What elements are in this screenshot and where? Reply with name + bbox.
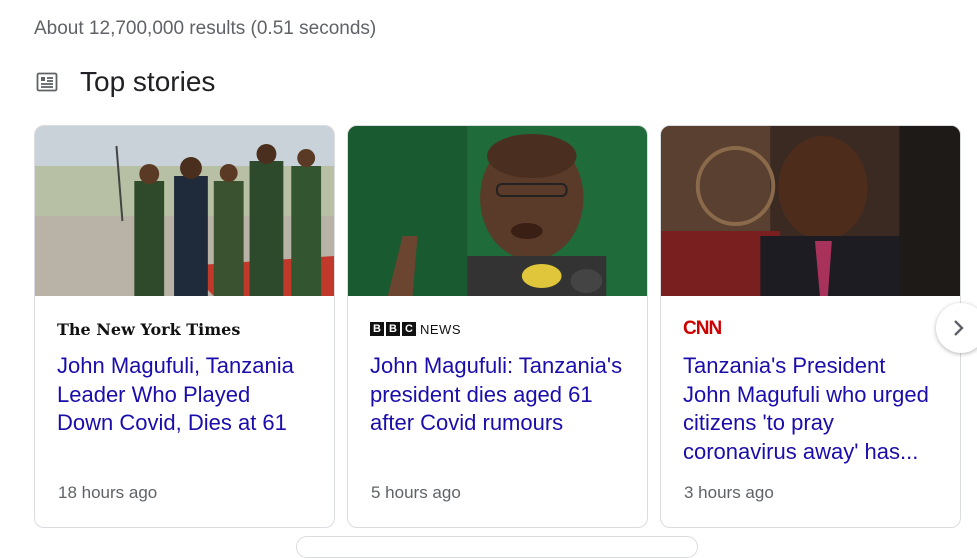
story-card-cnn[interactable]: CNN Tanzania's President John Magufuli w… [660, 125, 961, 528]
story-title[interactable]: Tanzania's President John Magufuli who u… [683, 352, 938, 466]
source-logo-bbc: B B C NEWS [370, 318, 625, 340]
story-image-portrait [661, 126, 960, 296]
results-stats: About 12,700,000 results (0.51 seconds) [34, 18, 377, 39]
more-news-button[interactable] [296, 536, 698, 558]
story-image-speaker [348, 126, 647, 296]
story-card-bbc[interactable]: B B C NEWS John Magufuli: Tanzania's pre… [347, 125, 648, 528]
story-title[interactable]: John Magufuli, Tanzania Leader Who Playe… [57, 352, 312, 438]
newspaper-icon [36, 72, 58, 92]
story-time: 18 hours ago [58, 483, 158, 502]
source-logo-nyt: The New York Times [57, 319, 241, 339]
chevron-right-icon [954, 320, 964, 336]
story-title[interactable]: John Magufuli: Tanzania's president dies… [370, 352, 625, 438]
story-image-parade [35, 126, 334, 296]
story-card-nyt[interactable]: The New York Times John Magufuli, Tanzan… [34, 125, 335, 528]
story-time: 5 hours ago [371, 483, 461, 502]
section-title: Top stories [80, 66, 216, 97]
source-logo-cnn: CNN [683, 318, 722, 339]
top-stories-header: Top stories [35, 66, 215, 98]
story-time: 3 hours ago [684, 483, 774, 502]
